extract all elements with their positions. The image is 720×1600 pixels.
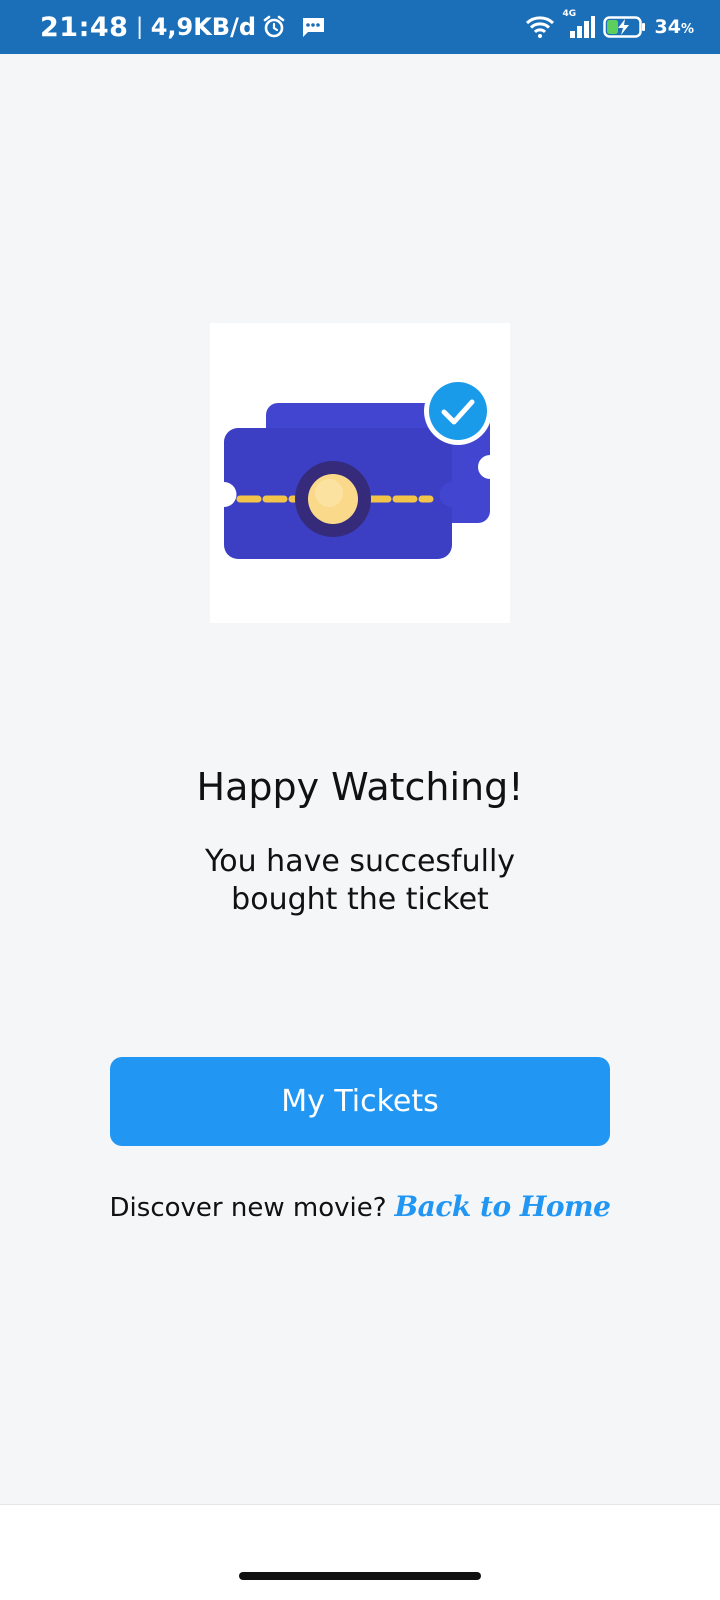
my-tickets-button[interactable]: My Tickets [110, 1057, 610, 1146]
home-indicator[interactable] [239, 1572, 481, 1580]
status-time: 21:48 [40, 11, 129, 43]
wifi-icon [525, 15, 555, 39]
discover-row: Discover new movie? Back to Home [0, 1190, 720, 1223]
status-bar: 21:48 | 4,9KB/d 4G 34% [0, 0, 720, 54]
alarm-icon [262, 15, 286, 39]
status-separator: | [136, 13, 143, 40]
success-message: You have succesfully bought the ticket [0, 843, 720, 919]
network-type: 4G [562, 9, 577, 19]
back-to-home-link[interactable]: Back to Home [395, 1190, 611, 1223]
battery-level: 34% [654, 16, 694, 38]
battery-charging-icon [602, 15, 647, 39]
success-message-line1: You have succesfully [204, 844, 516, 879]
ticket-illustration [210, 323, 510, 623]
ticket-check-icon [224, 377, 492, 559]
network-speed: 4,9KB/d [150, 13, 257, 41]
signal-icon: 4G [563, 9, 595, 39]
page-title: Happy Watching! [196, 765, 524, 809]
success-message-line2: bought the ticket [231, 882, 489, 917]
navigation-bar [0, 1504, 720, 1600]
status-right: 4G 34% [525, 9, 694, 39]
status-left: 21:48 | 4,9KB/d [40, 12, 326, 43]
discover-text: Discover new movie? [109, 1193, 387, 1223]
message-icon [300, 15, 326, 39]
